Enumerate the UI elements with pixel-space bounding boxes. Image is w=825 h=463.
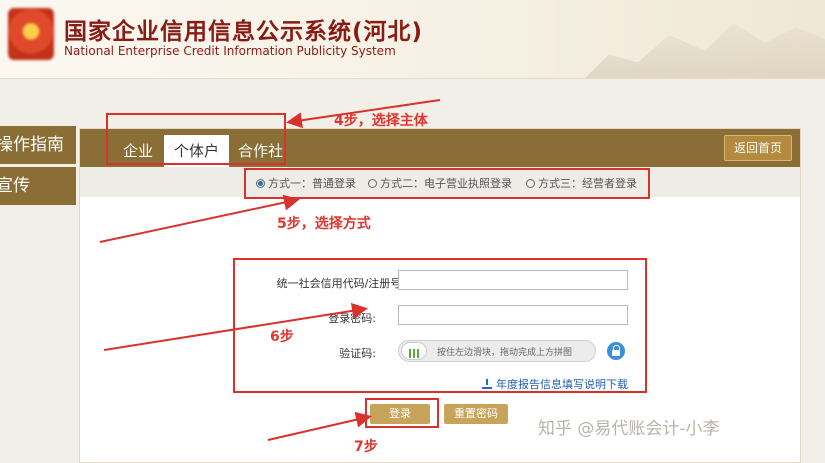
step5-label: 5步，选择方式 xyxy=(277,216,371,232)
watermark: 知乎 @易代账会计-小李 xyxy=(538,419,720,439)
step7-arrow xyxy=(267,411,372,441)
step5-arrow xyxy=(99,194,300,243)
step7-label: 7步 xyxy=(354,439,378,455)
annotation-arrows xyxy=(99,99,441,441)
step4-label: 4步，选择主体 xyxy=(334,113,428,129)
step6-arrow xyxy=(103,302,368,351)
step6-label: 6步 xyxy=(270,329,294,345)
